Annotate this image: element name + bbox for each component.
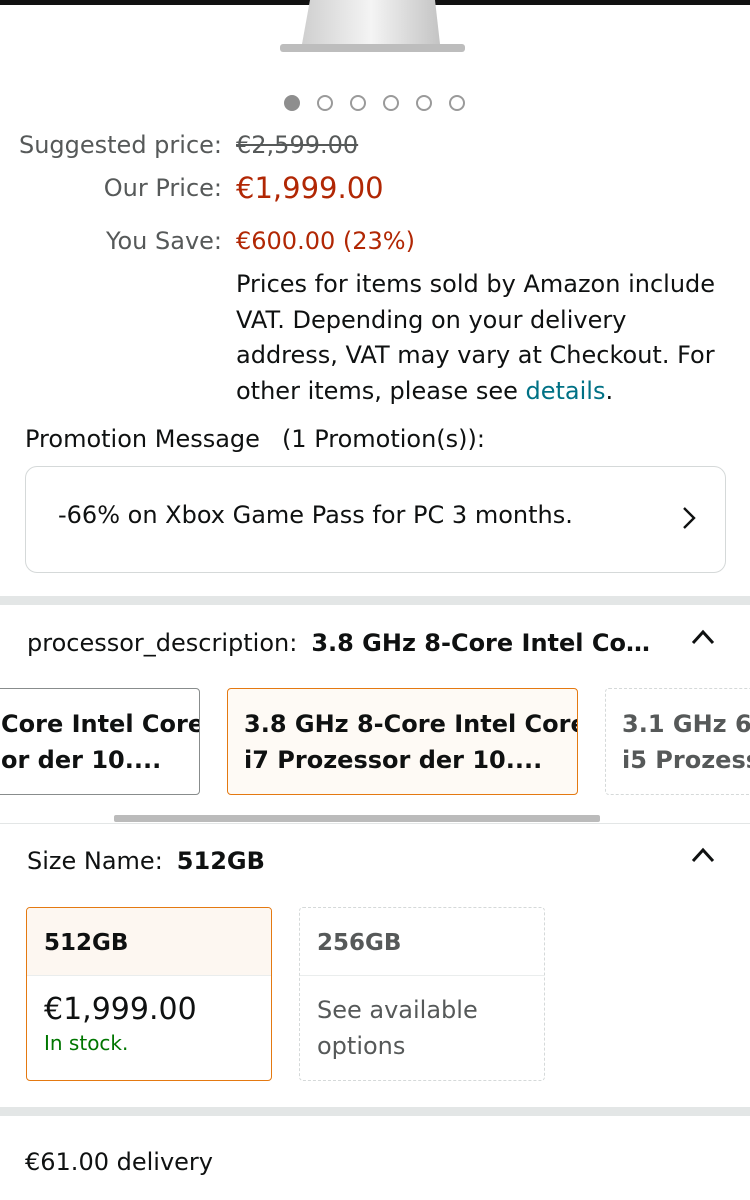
vat-end: . (605, 376, 614, 405)
processor-selected-value: 3.8 GHz 8-Core Intel Co… (311, 629, 650, 657)
processor-option-line1: Core Intel Core (1, 710, 200, 738)
carousel-dot[interactable] (317, 95, 333, 111)
stock-status: In stock. (44, 1031, 129, 1055)
processor-option-line1: 3.8 GHz 8-Core Intel Core (244, 710, 578, 738)
chevron-right-icon (683, 507, 696, 529)
section-divider (0, 823, 750, 824)
you-save-label: You Save: (106, 227, 222, 255)
size-option-selected[interactable]: 512GB €1,999.00 In stock. (26, 907, 272, 1081)
details-link[interactable]: details (526, 377, 606, 405)
carousel-dot[interactable] (284, 95, 300, 111)
size-option-name: 512GB (27, 908, 271, 976)
chevron-up-icon[interactable] (690, 628, 716, 646)
chevron-up-icon[interactable] (690, 846, 716, 864)
carousel-dot[interactable] (416, 95, 432, 111)
size-heading: Size Name: 512GB (27, 847, 265, 875)
processor-option-line2: i7 Prozessor der 10.... (244, 746, 543, 774)
promotion-count: (1 Promotion(s)): (281, 425, 485, 453)
our-price-label: Our Price: (103, 174, 222, 202)
processor-option[interactable]: Core Intel Core or der 10.... (0, 688, 200, 795)
processor-heading: processor_description: 3.8 GHz 8-Core Int… (27, 629, 650, 657)
size-option-name: 256GB (300, 908, 544, 976)
you-save-value: €600.00 (23%) (236, 227, 415, 255)
image-carousel-dots (0, 95, 750, 113)
vat-notice: Prices for items sold by Amazon include … (236, 267, 726, 409)
processor-label: processor_description: (27, 629, 298, 657)
carousel-dot[interactable] (383, 95, 399, 111)
processor-option-line1: 3.1 GHz 6- (622, 710, 750, 738)
promotion-card[interactable]: -66% on Xbox Game Pass for PC 3 months. (25, 466, 726, 573)
size-option-unavailable[interactable]: 256GB See available options (299, 907, 545, 1081)
size-option-price: €1,999.00 (44, 992, 197, 1027)
processor-option-selected[interactable]: 3.8 GHz 8-Core Intel Core i7 Prozessor d… (227, 688, 578, 795)
suggested-price-label: Suggested price: (18, 131, 222, 159)
promotion-message: -66% on Xbox Game Pass for PC 3 months. (58, 501, 573, 529)
vat-text: Prices for items sold by Amazon include … (236, 270, 716, 405)
processor-option-line2: i5 Prozesso (622, 746, 750, 774)
see-available-options: See available options (317, 996, 478, 1060)
our-price-value: €1,999.00 (236, 171, 384, 205)
section-divider (0, 596, 750, 605)
size-selected-value: 512GB (176, 847, 265, 875)
section-divider (0, 1107, 750, 1116)
processor-scrollbar[interactable] (114, 815, 600, 822)
carousel-dot[interactable] (449, 95, 465, 111)
processor-option-line2: or der 10.... (1, 746, 162, 774)
promotion-heading: Promotion Message (1 Promotion(s)): (25, 425, 485, 453)
processor-option-unavailable[interactable]: 3.1 GHz 6- i5 Prozesso (605, 688, 750, 795)
promotion-title: Promotion Message (25, 425, 260, 453)
product-image-stand[interactable] (280, 0, 465, 54)
suggested-price-value: €2,599.00 (236, 131, 359, 159)
delivery-price: €61.00 delivery (25, 1148, 213, 1176)
size-label: Size Name: (27, 847, 163, 875)
carousel-dot[interactable] (350, 95, 366, 111)
